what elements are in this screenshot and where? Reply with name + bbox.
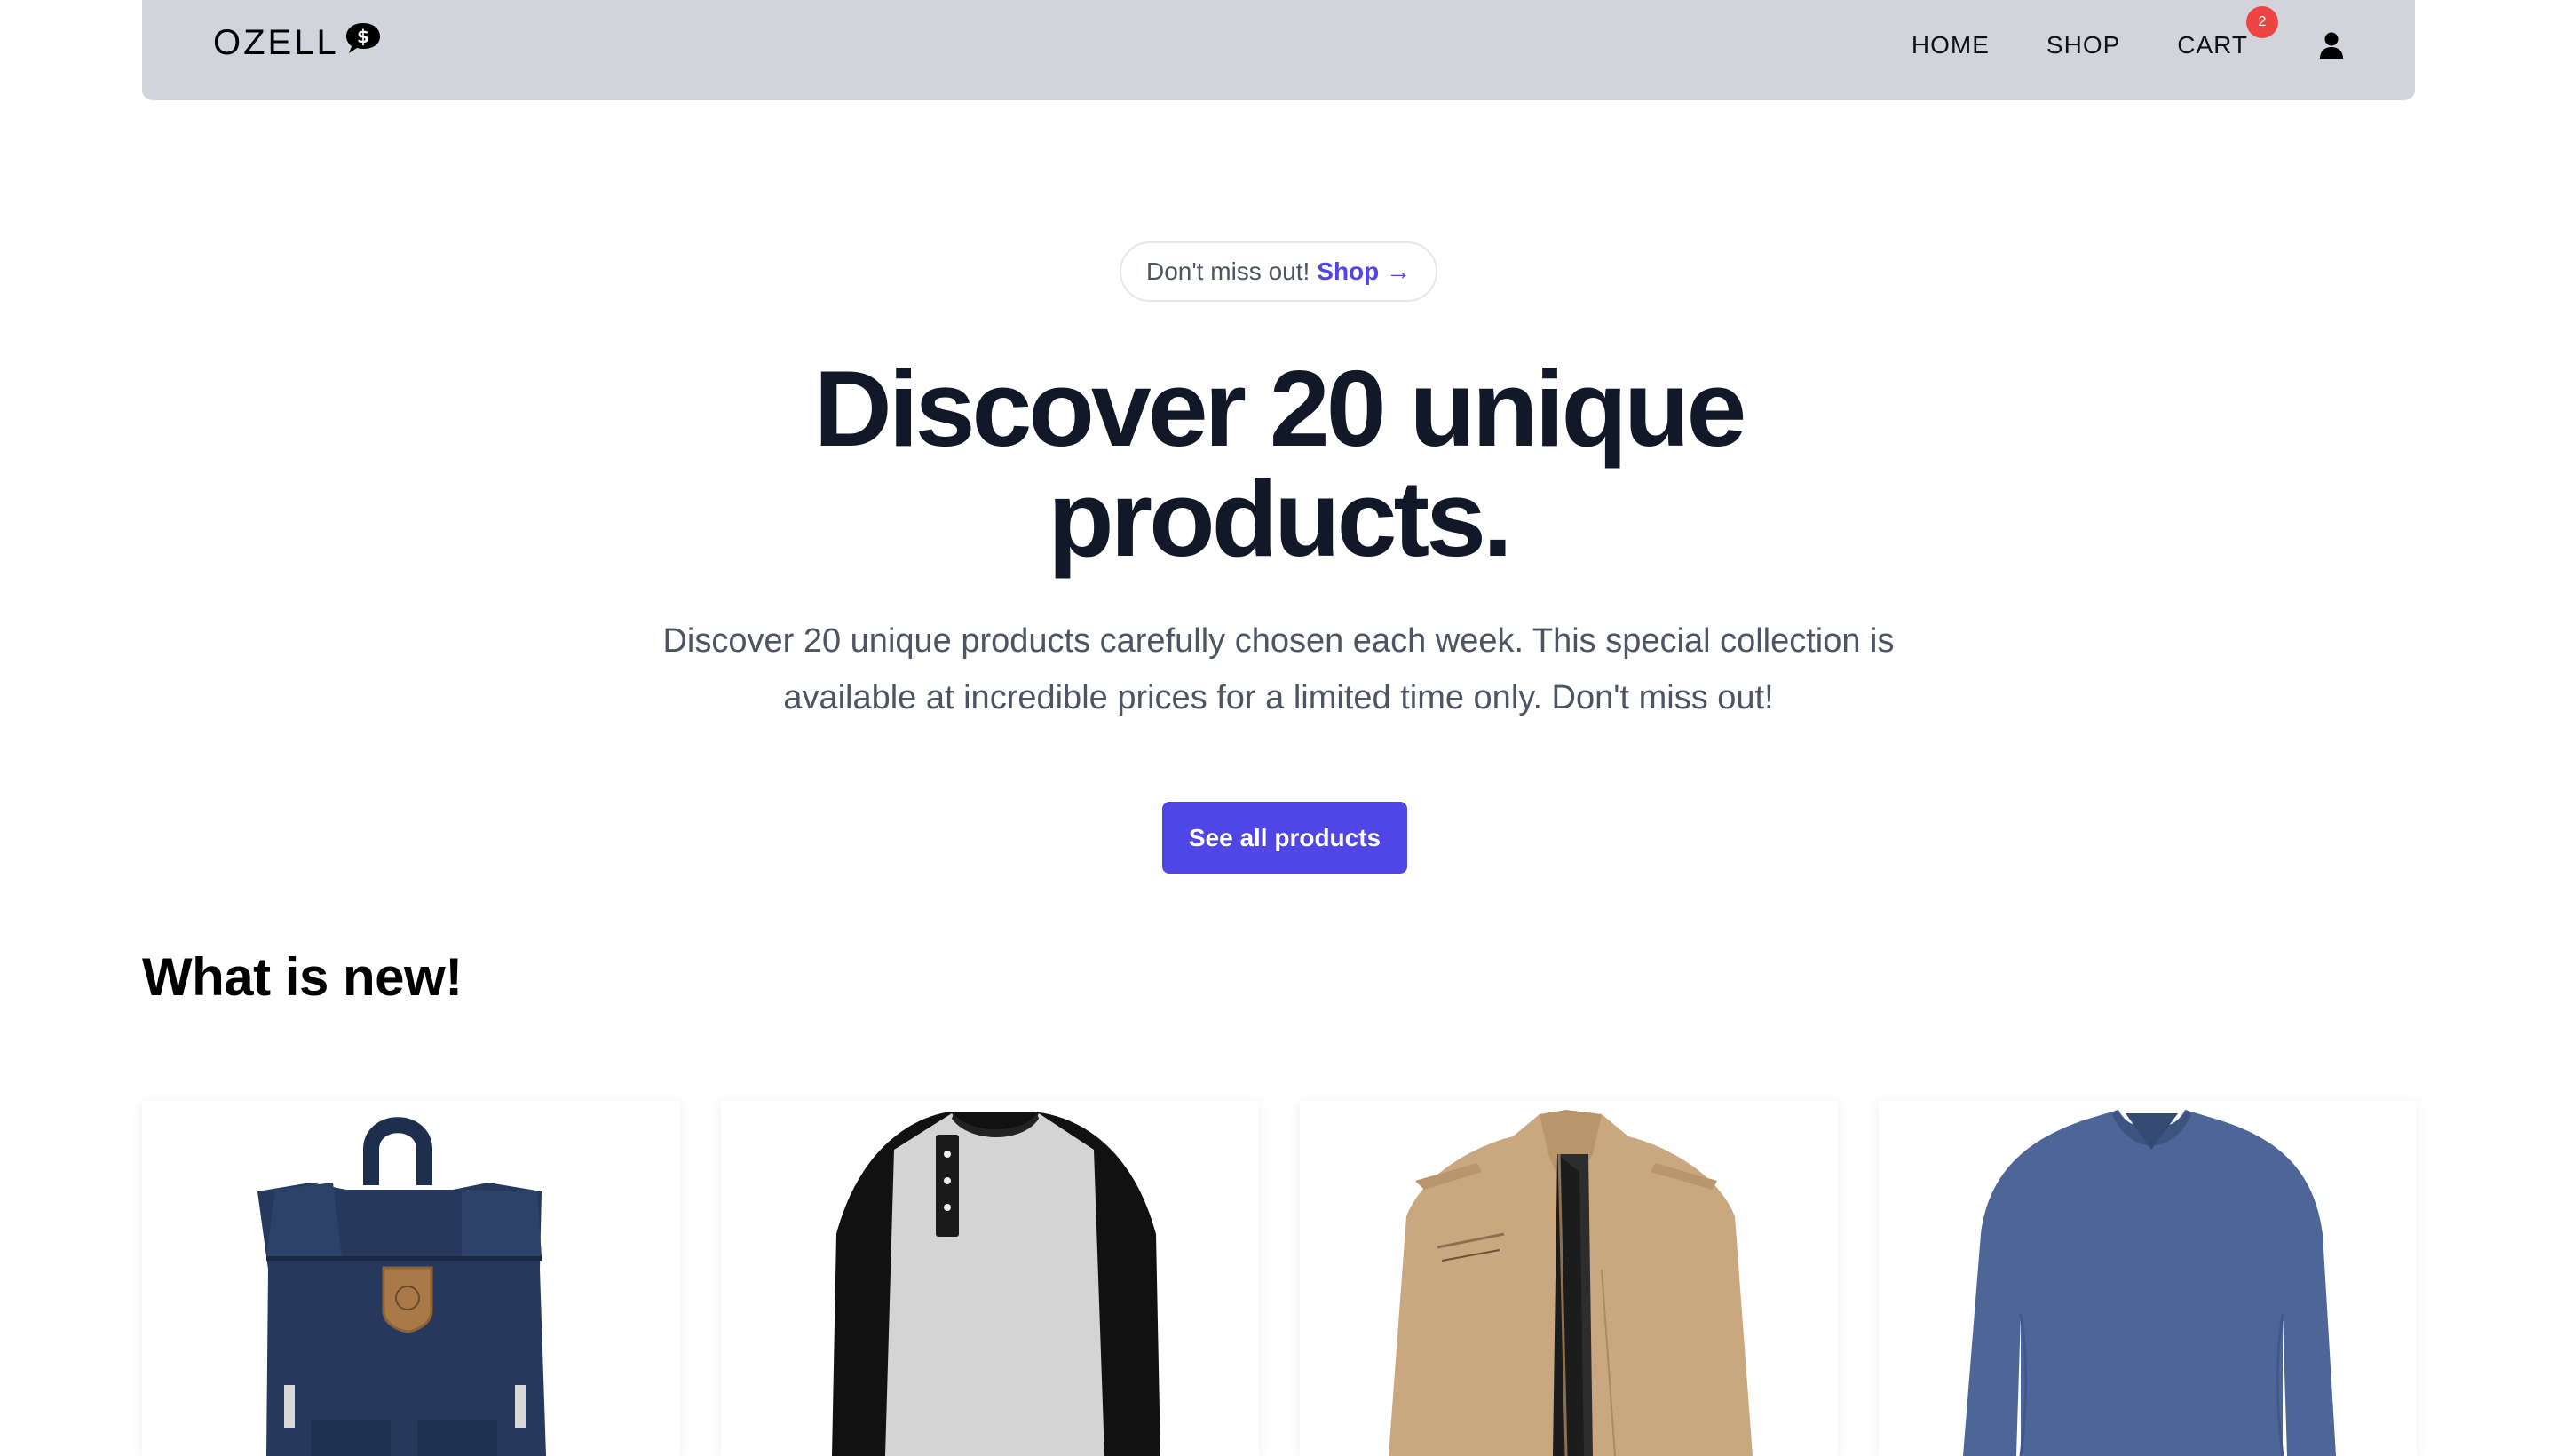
nav-shop-link[interactable]: SHOP (2046, 31, 2120, 59)
product-grid (142, 1101, 2417, 1456)
product-card[interactable] (142, 1101, 680, 1456)
announcement-shop-link[interactable]: Shop → (1317, 257, 1411, 286)
black-grey-henley-shirt-image (832, 1112, 1160, 1456)
announcement-pill: Don't miss out! Shop → (1120, 241, 1437, 302)
navy-backpack-image (257, 1117, 546, 1456)
nav-home-link[interactable]: HOME (1912, 31, 1990, 59)
hero-title: Discover 20 unique products. (0, 353, 2557, 574)
blue-vneck-longsleeve-image (1963, 1110, 2336, 1456)
cart-count-badge: 2 (2246, 5, 2278, 38)
main-nav: HOME SHOP CART 2 (1855, 0, 2344, 90)
product-card[interactable] (1300, 1101, 1838, 1456)
hero-description: Discover 20 unique products carefully ch… (662, 622, 1895, 716)
nav-cart-label: CART (2177, 30, 2248, 59)
nav-cart-link[interactable]: CART 2 (2177, 5, 2278, 59)
hero-title-line-1: Discover 20 unique (813, 348, 1747, 469)
product-card[interactable] (721, 1101, 1259, 1456)
hero-title-line-2: products. (1048, 458, 1513, 579)
brand-name: OZELL (213, 23, 339, 62)
product-card[interactable] (1879, 1101, 2417, 1456)
logo[interactable]: OZELL $ (213, 21, 382, 62)
see-all-products-button[interactable]: See all products (1162, 802, 1407, 874)
svg-text:$: $ (357, 26, 369, 47)
announcement-text: Don't miss out! (1145, 257, 1310, 285)
user-icon[interactable] (2319, 32, 2344, 59)
beige-jacket-image (1389, 1110, 1753, 1456)
section-title: What is new! (142, 947, 463, 1007)
navbar: OZELL $ HOME SHOP CART 2 (142, 0, 2415, 100)
dollar-speech-bubble-icon: $ (345, 23, 380, 53)
